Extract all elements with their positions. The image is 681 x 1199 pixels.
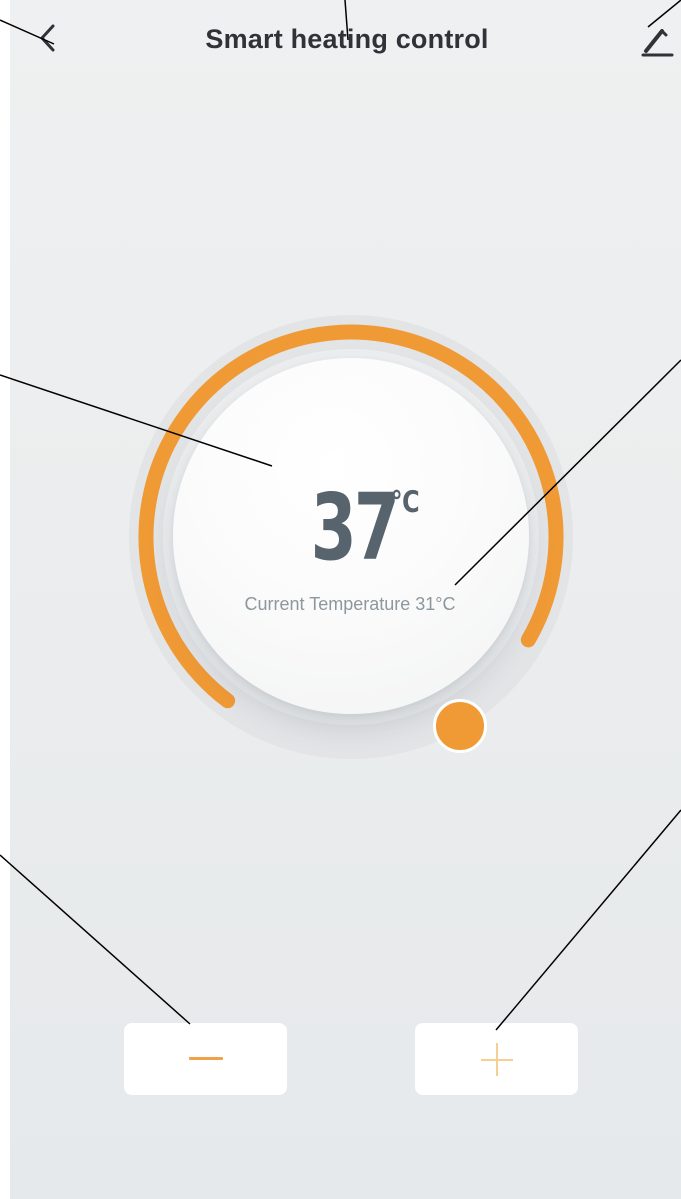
decrease-temperature-button[interactable]: [124, 1023, 287, 1095]
page-title: Smart heating control: [205, 24, 489, 54]
set-temperature-value: 37: [310, 474, 399, 581]
top-bar: Smart heating control: [0, 0, 681, 84]
current-temperature-label: Current Temperature 31°C: [244, 594, 456, 614]
temperature-unit: ℃: [390, 485, 420, 520]
minus-icon: [189, 1057, 223, 1060]
increase-temperature-button[interactable]: [415, 1023, 578, 1095]
edit-button[interactable]: [632, 16, 676, 64]
pencil-icon: [641, 29, 674, 57]
temperature-dial[interactable]: 37℃ Current Temperature 31°C: [110, 296, 590, 776]
dial-knob[interactable]: [433, 699, 487, 753]
set-temperature-display: 37℃: [110, 482, 590, 574]
